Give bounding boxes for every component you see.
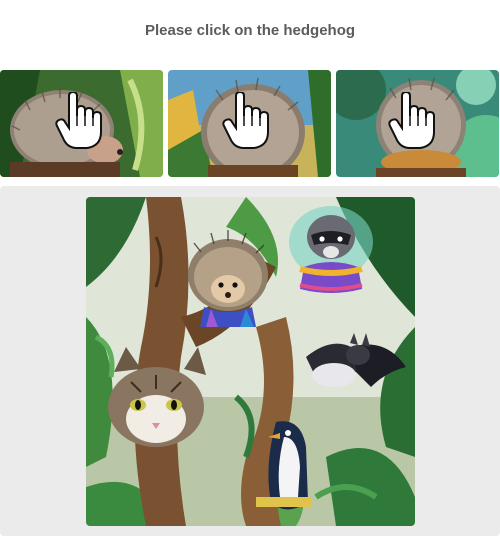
captcha-challenge: Please click on the hedgehog bbox=[0, 0, 500, 536]
raccoon-target[interactable] bbox=[291, 207, 371, 297]
hedgehog-target[interactable] bbox=[186, 237, 271, 332]
pointer-hand-icon bbox=[388, 90, 438, 155]
challenge-board bbox=[0, 186, 500, 536]
example-images-row bbox=[0, 70, 500, 177]
pointer-hand-icon bbox=[222, 90, 272, 155]
penguin-target[interactable] bbox=[261, 417, 316, 512]
bat-target[interactable] bbox=[306, 332, 411, 392]
cat-target[interactable] bbox=[106, 347, 211, 452]
challenge-prompt: Please click on the hedgehog bbox=[144, 22, 356, 39]
challenge-image[interactable] bbox=[86, 197, 415, 526]
pointer-hand-icon bbox=[55, 90, 105, 155]
